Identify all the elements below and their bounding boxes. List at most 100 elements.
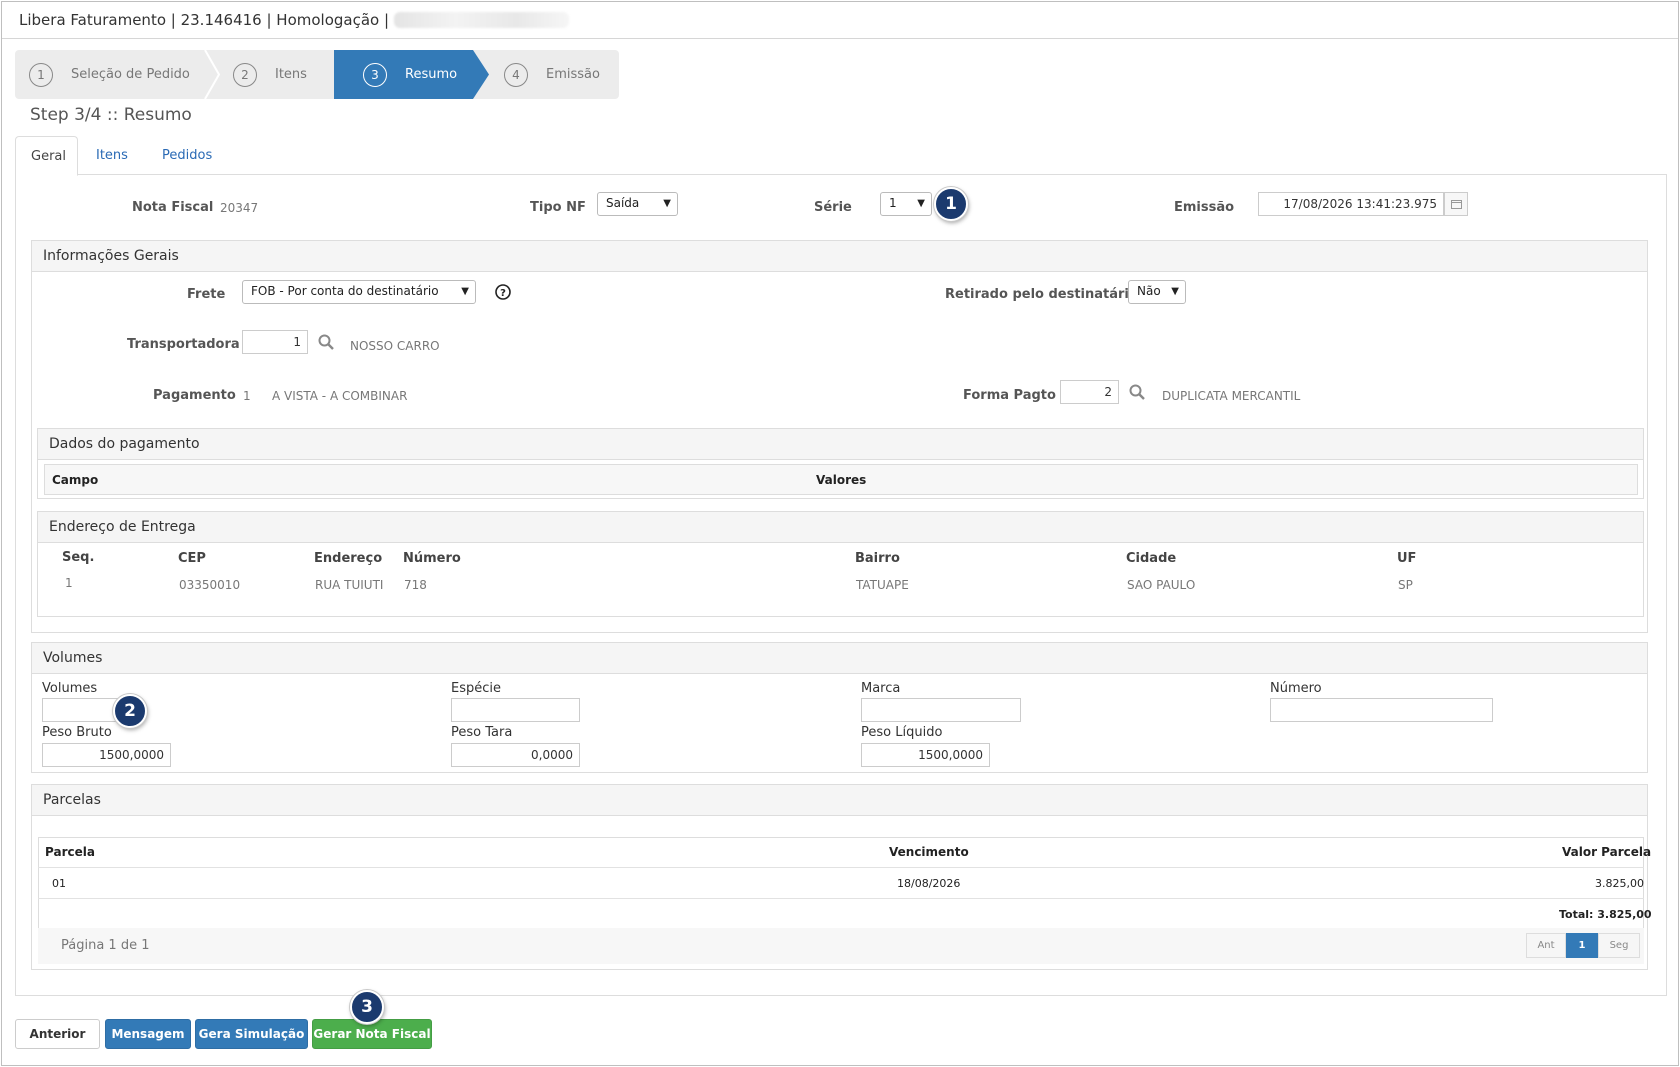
transportadora-name: NOSSO CARRO xyxy=(350,339,440,353)
step-label: Resumo xyxy=(405,67,458,82)
help-icon[interactable]: ? xyxy=(495,284,511,300)
endereco-entrega-title: Endereço de Entrega xyxy=(38,512,1643,543)
column-endereco: Endereço xyxy=(314,551,383,566)
volumes-label: Volumes xyxy=(42,681,98,696)
wizard-step-2[interactable]: 2 Itens xyxy=(233,50,307,99)
step-number: 3 xyxy=(363,62,387,87)
emissao-datetime-field[interactable]: 17/08/2026 13:41:23.975 xyxy=(1258,192,1444,216)
peso-tara-label: Peso Tara xyxy=(451,725,513,740)
step-number: 1 xyxy=(29,62,53,87)
pagination-prev-button[interactable]: Ant xyxy=(1526,933,1566,958)
column-campo: Campo xyxy=(52,473,99,487)
pagamento-name: A VISTA - A COMBINAR xyxy=(272,389,408,403)
svg-text:?: ? xyxy=(500,288,506,299)
dados-pagamento-title: Dados do pagamento xyxy=(38,429,1643,460)
serie-label: Série xyxy=(814,200,852,215)
callout-badge-2: 2 xyxy=(113,694,147,728)
table-divider xyxy=(38,867,1644,868)
column-valores: Valores xyxy=(816,473,867,487)
tab-pedidos[interactable]: Pedidos xyxy=(147,136,227,176)
redacted-company-name xyxy=(393,12,569,28)
wizard-step-3[interactable]: 3 Resumo xyxy=(363,50,457,99)
numero-label: Número xyxy=(1270,681,1322,696)
pagination-page-1[interactable]: 1 xyxy=(1566,933,1598,958)
endereco-bairro: TATUAPE xyxy=(856,578,909,592)
anterior-button[interactable]: Anterior xyxy=(15,1019,100,1049)
wizard-step-4[interactable]: 4 Emissão xyxy=(504,50,600,99)
tipo-nf-select[interactable]: Saída ▼ xyxy=(597,192,678,216)
chevron-down-icon: ▼ xyxy=(663,198,671,209)
forma-pagto-name: DUPLICATA MERCANTIL xyxy=(1162,389,1301,403)
gerar-nota-fiscal-button[interactable]: Gerar Nota Fiscal xyxy=(312,1019,432,1049)
endereco-logradouro: RUA TUIUTI xyxy=(315,578,384,592)
transportadora-code-field[interactable]: 1 xyxy=(242,330,308,354)
search-icon[interactable] xyxy=(1129,384,1145,400)
peso-liquido-field[interactable]: 1500,0000 xyxy=(861,743,990,767)
endereco-uf: SP xyxy=(1398,578,1413,592)
chevron-down-icon: ▼ xyxy=(917,198,925,209)
tab-itens[interactable]: Itens xyxy=(81,136,143,176)
peso-bruto-label: Peso Bruto xyxy=(42,725,112,740)
forma-pagto-label: Forma Pagto xyxy=(963,388,1056,403)
serie-selected: 1 xyxy=(889,196,897,210)
step-title: Step 3/4 :: Resumo xyxy=(30,105,192,125)
callout-badge-3: 3 xyxy=(350,990,384,1024)
transportadora-label: Transportadora xyxy=(127,337,240,352)
endereco-cep: 03350010 xyxy=(179,578,241,592)
mensagem-button[interactable]: Mensagem xyxy=(105,1019,191,1049)
window-title-bar: Libera Faturamento | 23.146416 | Homolog… xyxy=(2,2,1678,39)
marca-field[interactable] xyxy=(861,698,1021,722)
retirado-select[interactable]: Não ▼ xyxy=(1128,280,1186,304)
step-label: Emissão xyxy=(546,67,600,82)
peso-liquido-label: Peso Líquido xyxy=(861,725,943,740)
wizard-steps: 1 Seleção de Pedido 2 Itens 3 Resumo 4 E… xyxy=(15,50,619,99)
pagamento-label: Pagamento xyxy=(153,388,236,403)
nota-fiscal-label: Nota Fiscal xyxy=(132,200,214,215)
numero-field[interactable] xyxy=(1270,698,1493,722)
step-label: Seleção de Pedido xyxy=(71,67,190,82)
serie-select[interactable]: 1 ▼ xyxy=(880,192,932,216)
column-cidade: Cidade xyxy=(1126,551,1177,566)
gera-simulacao-button[interactable]: Gera Simulação xyxy=(195,1019,308,1049)
volumes-title: Volumes xyxy=(32,643,1647,674)
step-separator-icon xyxy=(204,50,220,99)
tab-bar: Geral Itens Pedidos xyxy=(15,136,1667,176)
tipo-nf-label: Tipo NF xyxy=(530,200,586,215)
endereco-seq: 1 xyxy=(65,576,73,590)
informacoes-gerais-title: Informações Gerais xyxy=(32,241,1647,272)
step-number: 2 xyxy=(233,62,257,87)
column-vencimento: Vencimento xyxy=(889,845,969,859)
window-title: Libera Faturamento | 23.146416 | Homolog… xyxy=(19,11,390,29)
peso-bruto-field[interactable]: 1500,0000 xyxy=(42,743,171,767)
parcela-number: 01 xyxy=(52,877,66,890)
column-seq: Seq. xyxy=(62,550,95,565)
especie-label: Espécie xyxy=(451,681,501,696)
emissao-label: Emissão xyxy=(1174,200,1235,215)
frete-selected: FOB - Por conta do destinatário xyxy=(251,284,439,298)
column-cep: CEP xyxy=(178,551,206,566)
calendar-icon[interactable] xyxy=(1444,192,1468,216)
step-number: 4 xyxy=(504,62,528,87)
peso-tara-field[interactable]: 0,0000 xyxy=(451,743,580,767)
forma-pagto-code-field[interactable]: 2 xyxy=(1060,380,1119,404)
wizard-step-1[interactable]: 1 Seleção de Pedido xyxy=(29,50,190,99)
chevron-down-icon: ▼ xyxy=(461,286,469,297)
pagination-info: Página 1 de 1 xyxy=(61,938,150,953)
frete-label: Frete xyxy=(187,287,226,302)
retirado-selected: Não xyxy=(1137,284,1161,298)
retirado-label: Retirado pelo destinatário xyxy=(945,287,1138,302)
parcela-vencimento: 18/08/2026 xyxy=(897,877,961,890)
especie-field[interactable] xyxy=(451,698,580,722)
tab-geral[interactable]: Geral xyxy=(15,136,78,176)
endereco-numero: 718 xyxy=(404,578,427,592)
chevron-down-icon: ▼ xyxy=(1171,286,1179,297)
frete-select[interactable]: FOB - Por conta do destinatário ▼ xyxy=(242,280,476,304)
marca-label: Marca xyxy=(861,681,901,696)
parcelas-total: Total: 3.825,00 xyxy=(1559,908,1652,921)
pagination-next-button[interactable]: Seg xyxy=(1598,933,1640,958)
app-frame: Libera Faturamento | 23.146416 | Homolog… xyxy=(1,1,1679,1066)
nota-fiscal-value: 20347 xyxy=(220,201,259,215)
callout-badge-1: 1 xyxy=(934,187,968,221)
column-parcela: Parcela xyxy=(45,845,95,859)
search-icon[interactable] xyxy=(318,334,334,350)
